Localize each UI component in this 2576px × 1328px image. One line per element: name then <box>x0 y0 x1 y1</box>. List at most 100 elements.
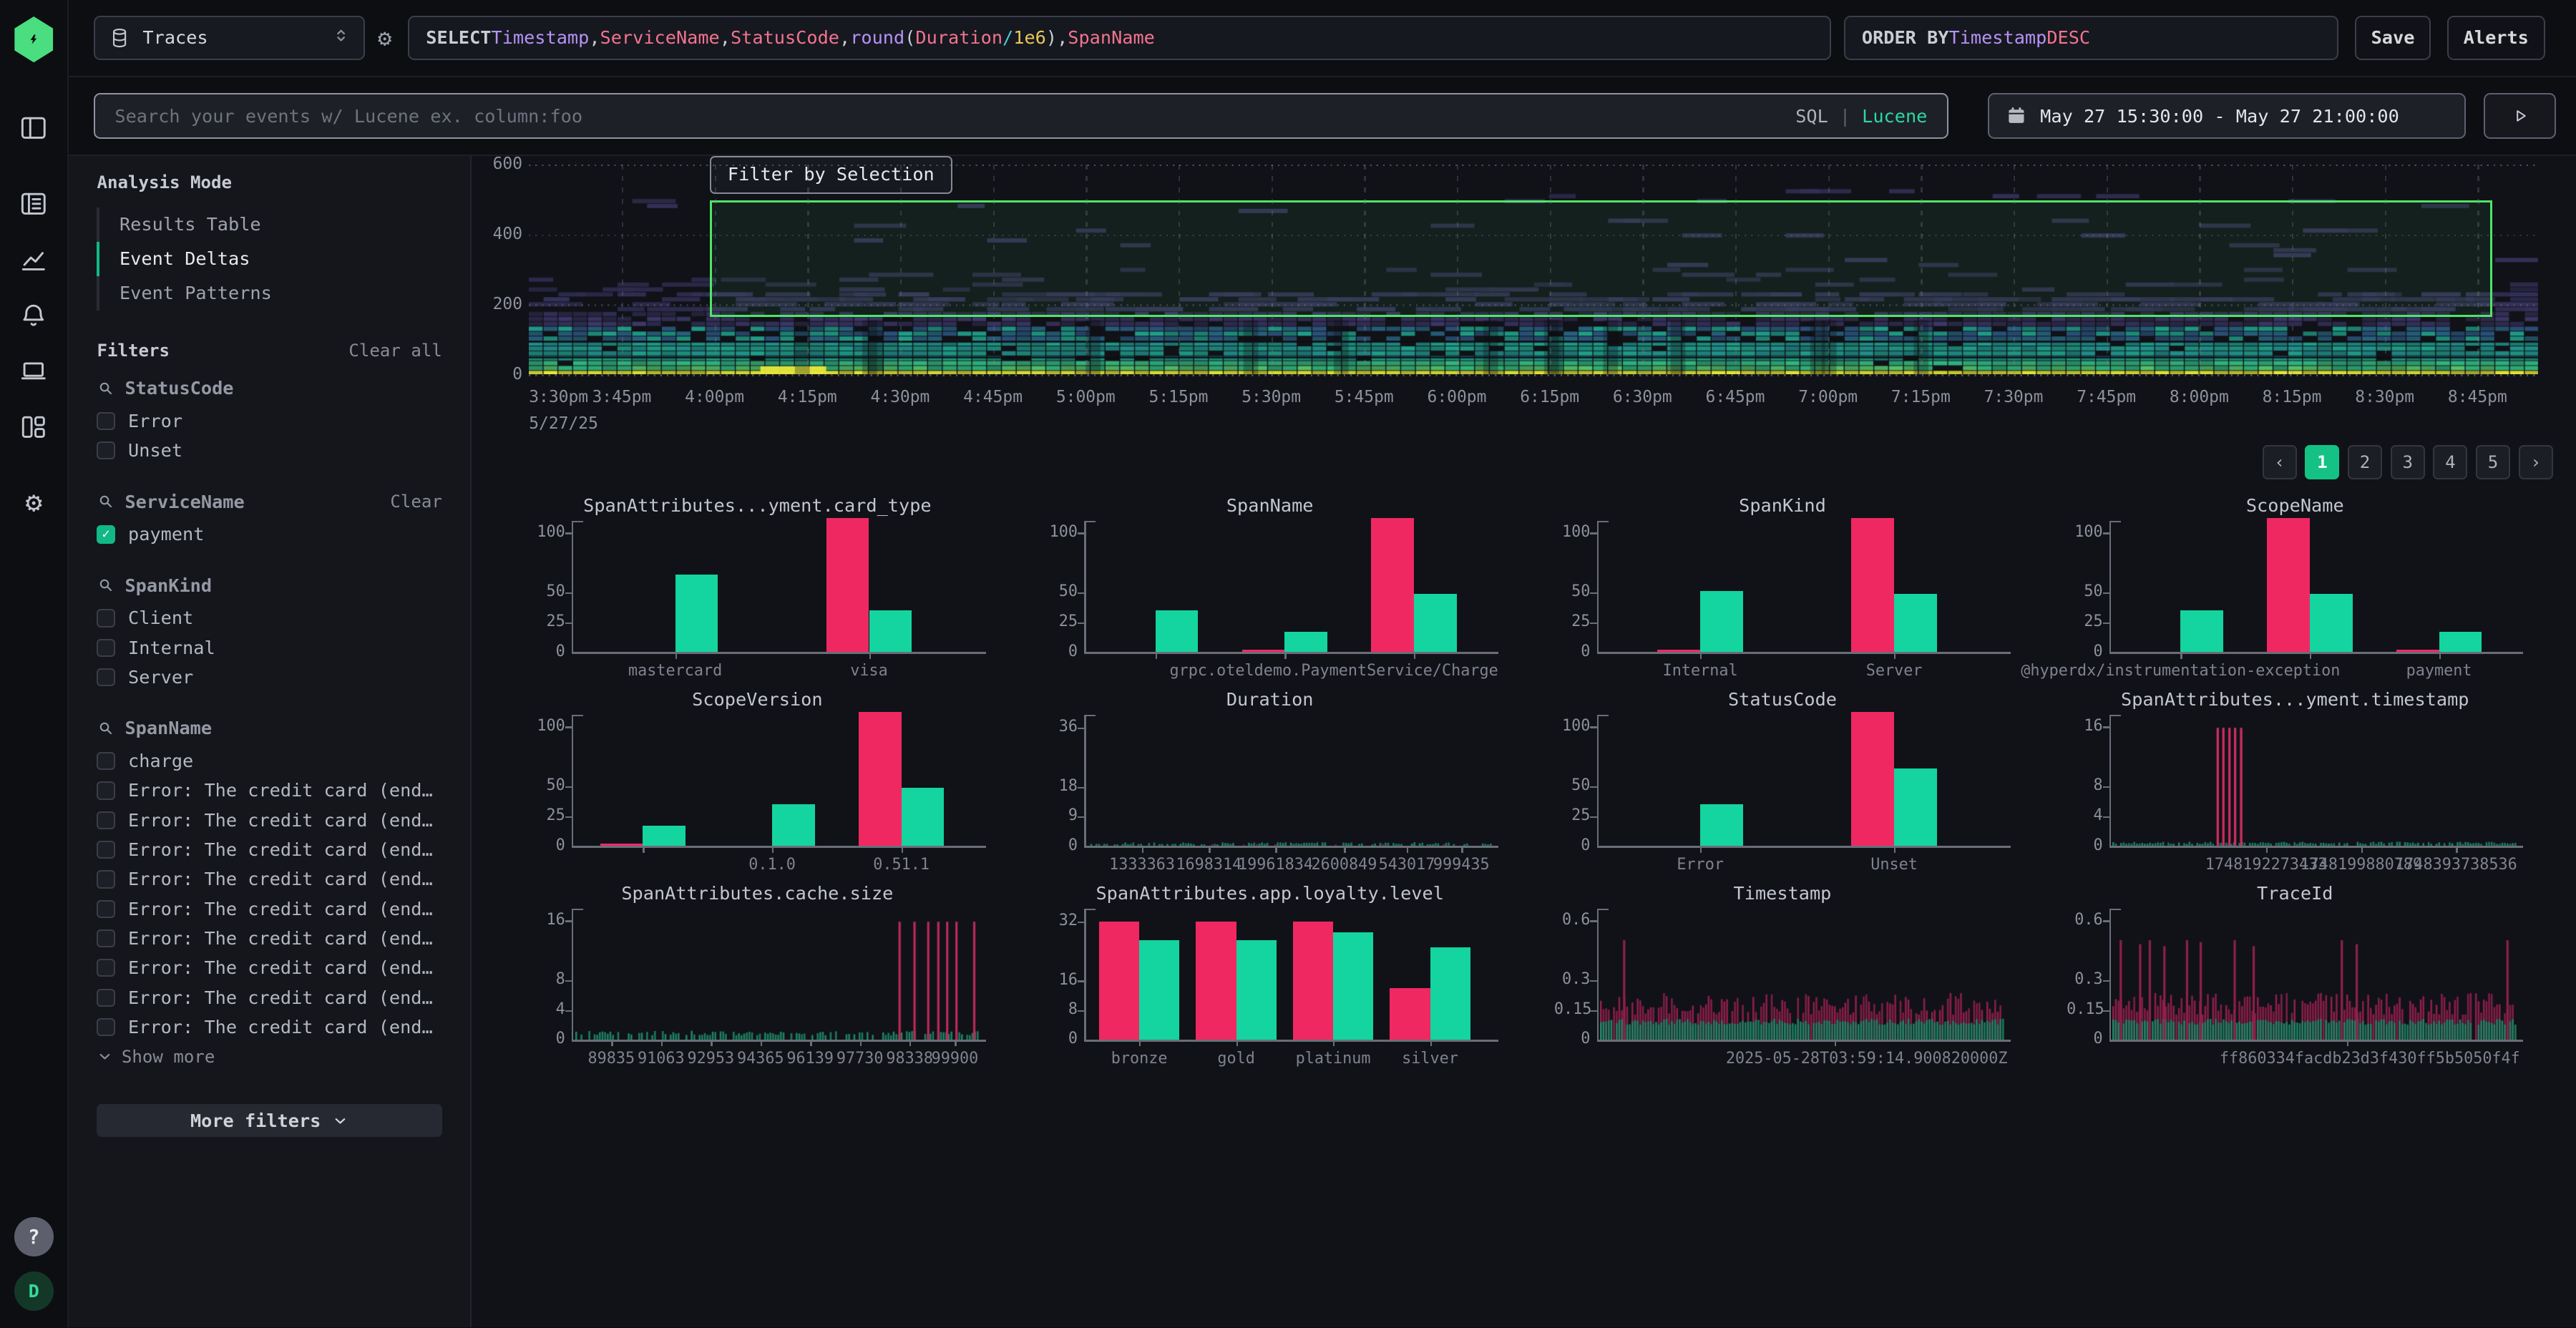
run-query-button[interactable] <box>2484 93 2556 139</box>
bar-green[interactable] <box>1236 940 1277 1040</box>
bar-pink[interactable] <box>1657 650 1700 652</box>
pagination-page-1[interactable]: 1 <box>2305 445 2339 479</box>
analysis-mode-event-deltas[interactable]: Event Deltas <box>97 242 441 276</box>
checkbox-checked[interactable]: ✓ <box>97 525 114 543</box>
bar-green[interactable] <box>2439 632 2482 652</box>
bar-pink[interactable] <box>859 712 902 846</box>
mini-chart-scope-version[interactable]: ScopeVersion025501000.1.00.51.1 <box>529 688 985 876</box>
bar-green[interactable] <box>1430 947 1470 1040</box>
selection-rectangle[interactable] <box>710 200 2492 317</box>
checkbox[interactable] <box>97 900 114 918</box>
filter-option[interactable]: Error: The credit card (end… <box>97 1012 441 1042</box>
help-button[interactable]: ? <box>14 1217 54 1256</box>
bar-green[interactable] <box>643 826 686 846</box>
alerts-bell-icon[interactable] <box>14 296 54 335</box>
bar-pink[interactable] <box>1242 650 1285 652</box>
settings-gear-icon[interactable]: ⚙ <box>14 483 54 522</box>
bar-pink[interactable] <box>2267 518 2310 652</box>
filter-option[interactable]: Error: The credit card (end… <box>97 806 441 835</box>
order-by-input[interactable]: ORDER BY Timestamp DESC <box>1844 16 2338 60</box>
filter-option[interactable]: Internal <box>97 633 441 663</box>
bar-pink[interactable] <box>826 518 869 652</box>
clear-all-link[interactable]: Clear all <box>348 341 442 361</box>
events-heatmap[interactable]: Filter by Selection 02004006003:30pm3:45… <box>529 165 2538 375</box>
save-button[interactable]: Save <box>2355 16 2431 60</box>
chart-explorer-icon[interactable] <box>14 240 54 279</box>
analysis-mode-results-table[interactable]: Results Table <box>97 208 441 242</box>
bar-green[interactable] <box>675 575 718 653</box>
bar-pink[interactable] <box>2396 650 2439 652</box>
mini-chart-payment-timestamp[interactable]: SpanAttributes...yment.timestamp04816174… <box>2067 688 2523 876</box>
bar-green[interactable] <box>2180 610 2223 652</box>
filter-by-selection-button[interactable]: Filter by Selection <box>710 156 952 194</box>
bar-green[interactable] <box>1700 804 1743 846</box>
mini-chart-span-kind[interactable]: SpanKind02550100InternalServer <box>1554 494 2011 682</box>
bar-green[interactable] <box>869 610 912 652</box>
filter-option[interactable]: charge <box>97 746 441 776</box>
checkbox[interactable] <box>97 412 114 430</box>
mode-sql-toggle[interactable]: SQL <box>1795 106 1828 127</box>
mini-chart-timestamp[interactable]: Timestamp00.150.30.62025-05-28T03:59:14.… <box>1554 882 2011 1070</box>
bar-green[interactable] <box>902 788 945 846</box>
bar-pink[interactable] <box>1851 518 1894 652</box>
analysis-mode-event-patterns[interactable]: Event Patterns <box>97 276 441 311</box>
filter-option[interactable]: Error: The credit card (end… <box>97 953 441 982</box>
bar-pink[interactable] <box>1293 922 1333 1040</box>
pagination-next[interactable]: › <box>2519 445 2553 479</box>
time-range-picker[interactable]: May 27 15:30:00 - May 27 21:00:00 <box>1988 93 2466 139</box>
filter-option[interactable]: Error: The credit card (end… <box>97 864 441 894</box>
mode-lucene-toggle[interactable]: Lucene <box>1862 106 1927 127</box>
filter-clear-link[interactable]: Clear <box>390 492 442 512</box>
source-settings-gear-icon[interactable]: ⚙ <box>378 24 391 52</box>
filter-option[interactable]: Error <box>97 406 441 436</box>
checkbox[interactable] <box>97 639 114 657</box>
pagination-page-2[interactable]: 2 <box>2348 445 2382 479</box>
filter-option[interactable]: Error: The credit card (end… <box>97 894 441 924</box>
mini-chart-trace-id[interactable]: TraceId00.150.30.6ff860334facdb23d3f430f… <box>2067 882 2523 1070</box>
source-select[interactable]: Traces <box>94 16 365 60</box>
checkbox[interactable] <box>97 870 114 888</box>
search-input[interactable]: Search your events w/ Lucene ex. column:… <box>94 93 1948 139</box>
pagination-page-5[interactable]: 5 <box>2476 445 2510 479</box>
alerts-button[interactable]: Alerts <box>2447 16 2545 60</box>
filter-option[interactable]: Unset <box>97 436 441 465</box>
mini-chart-cache-size[interactable]: SpanAttributes.cache.size048168983591063… <box>529 882 985 1070</box>
mini-chart-card-type[interactable]: SpanAttributes...yment.card_type02550100… <box>529 494 985 682</box>
show-more-link[interactable]: Show more <box>97 1042 441 1071</box>
filter-option[interactable]: Error: The credit card (end… <box>97 835 441 864</box>
more-filters-button[interactable]: More filters <box>97 1104 441 1137</box>
bar-green[interactable] <box>2310 594 2353 653</box>
bar-pink[interactable] <box>1196 922 1236 1040</box>
bar-pink[interactable] <box>1851 712 1894 846</box>
mini-chart-status-code[interactable]: StatusCode02550100ErrorUnset <box>1554 688 2011 876</box>
filter-option[interactable]: Server <box>97 663 441 692</box>
dashboards-layout-icon[interactable] <box>14 407 54 446</box>
checkbox[interactable] <box>97 781 114 799</box>
sidebar-toggle-icon[interactable] <box>14 109 54 148</box>
mini-chart-duration[interactable]: Duration09183613333631698314199618342600… <box>1042 688 1498 876</box>
bar-green[interactable] <box>1156 610 1199 652</box>
checkbox[interactable] <box>97 811 114 829</box>
sessions-laptop-icon[interactable] <box>14 351 54 391</box>
checkbox[interactable] <box>97 929 114 947</box>
filter-option[interactable]: Error: The credit card (end… <box>97 924 441 953</box>
checkbox[interactable] <box>97 959 114 977</box>
mini-chart-span-name[interactable]: SpanName02550100grpc.oteldemo.PaymentSer… <box>1042 494 1498 682</box>
bar-green[interactable] <box>1284 632 1327 652</box>
checkbox[interactable] <box>97 668 114 686</box>
mini-chart-scope-name[interactable]: ScopeName02550100@hyperdx/instrumentatio… <box>2067 494 2523 682</box>
bar-green[interactable] <box>1333 932 1373 1040</box>
search-logs-icon[interactable] <box>14 184 54 223</box>
filter-option[interactable]: Error: The credit card (end… <box>97 982 441 1012</box>
pagination-page-4[interactable]: 4 <box>2433 445 2467 479</box>
checkbox[interactable] <box>97 989 114 1007</box>
checkbox[interactable] <box>97 1018 114 1036</box>
mini-chart-loyalty-level[interactable]: SpanAttributes.app.loyalty.level081632br… <box>1042 882 1498 1070</box>
bar-green[interactable] <box>1139 940 1179 1040</box>
pagination-prev[interactable]: ‹ <box>2263 445 2297 479</box>
bar-pink[interactable] <box>1371 518 1414 652</box>
checkbox[interactable] <box>97 752 114 770</box>
bar-green[interactable] <box>1700 591 1743 652</box>
bar-green[interactable] <box>772 804 815 846</box>
bar-green[interactable] <box>1414 594 1457 653</box>
